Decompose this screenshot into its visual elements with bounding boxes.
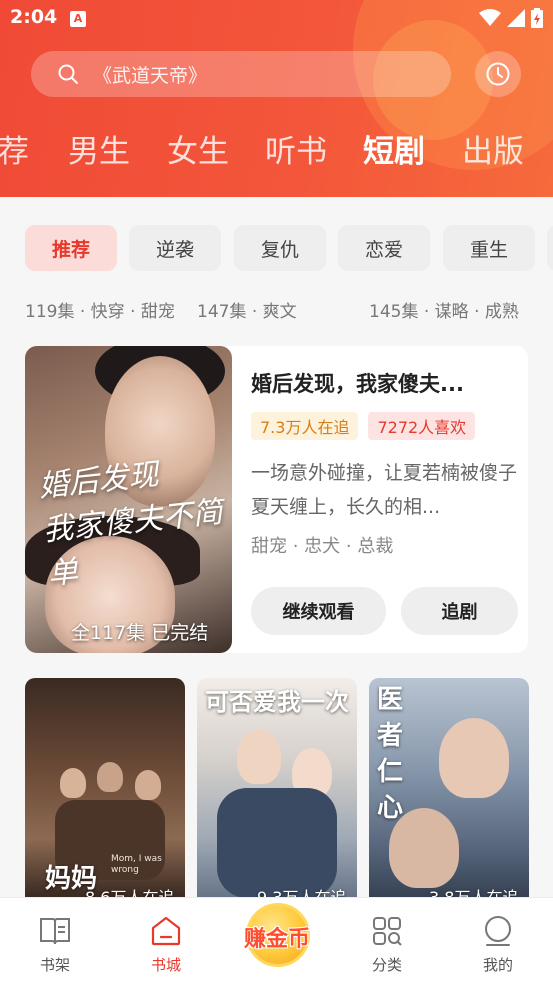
search-placeholder: 《武道天帝》 (93, 64, 208, 87)
drama-card[interactable]: 医者仁心 3.8万人在追 (369, 678, 529, 908)
tab-male[interactable]: 男生 (68, 126, 130, 171)
tab-recommend[interactable]: 荐 (0, 126, 29, 171)
poster-figure (60, 768, 86, 798)
tab-audiobook[interactable]: 听书 (265, 126, 327, 171)
chip-rebirth[interactable]: 重生 (443, 225, 535, 271)
sub-info-3: 145集 · 谋略 · 成熟 (369, 302, 519, 322)
filter-chips: 推荐 逆袭 复仇 恋爱 重生 (0, 225, 553, 271)
chip-comeback[interactable]: 逆袭 (129, 225, 221, 271)
clock-icon (486, 62, 510, 86)
chip-more[interactable] (547, 225, 553, 271)
poster-calligraphy: 婚后发现 我家傻夫不简单 (37, 447, 230, 597)
header: 2:04 A 《武道天帝》 荐 男生 女生 听书 短剧 出版 (0, 0, 553, 197)
card-title: 医者仁心 (377, 685, 404, 823)
nav-label: 书架 (39, 956, 70, 974)
nav-category[interactable]: 分类 (347, 914, 427, 975)
poster-figure (217, 788, 337, 898)
drama-card-row: 妈妈 Mom, I was wrong 8.6万人在追 可否爱我一次 9.3万人… (0, 678, 553, 908)
status-bar: 2:04 A (0, 0, 553, 38)
featured-tags: 甜宠 · 忠犬 · 总裁 (251, 536, 394, 557)
poster-figure (135, 770, 161, 800)
featured-title: 婚后发现，我家傻夫... (251, 372, 464, 396)
wifi-icon (479, 9, 501, 26)
tab-short-drama[interactable]: 短剧 (363, 126, 425, 171)
search-icon (58, 64, 78, 84)
card-overlay-text: Mom, I was wrong (111, 854, 162, 875)
sub-info-1: 119集 · 快穿 · 甜宠 (25, 302, 175, 322)
earn-coins-button[interactable]: 赚金币 (232, 903, 322, 969)
featured-description: 一场意外碰撞，让夏若楠被傻子夏天缠上，长久的相... (251, 462, 518, 518)
nav-bookstore[interactable]: 书城 (126, 914, 206, 975)
chip-romance[interactable]: 恋爱 (338, 225, 430, 271)
chip-recommend[interactable]: 推荐 (25, 225, 117, 271)
chip-revenge[interactable]: 复仇 (234, 225, 326, 271)
nav-label: 我的 (482, 956, 513, 974)
poster-figure (439, 718, 509, 798)
featured-badges: 7.3万人在追 7272人喜欢 (251, 412, 476, 440)
followers-badge: 7.3万人在追 (251, 412, 359, 440)
poster-figure (97, 762, 123, 792)
nav-bookshelf[interactable]: 书架 (15, 914, 95, 975)
profile-icon (485, 916, 511, 946)
grid-icon (373, 917, 402, 946)
poster-title-line2: 我家傻夫不简单 (41, 494, 225, 593)
system-icons (479, 8, 543, 28)
continue-watching-button[interactable]: 继续观看 (251, 587, 386, 635)
likes-badge: 7272人喜欢 (368, 412, 476, 440)
notification-icon: A (70, 11, 86, 27)
drama-card[interactable]: 可否爱我一次 9.3万人在追 (197, 678, 357, 908)
top-tabs: 荐 男生 女生 听书 短剧 出版 (0, 126, 553, 174)
tab-female[interactable]: 女生 (167, 126, 229, 171)
earn-coins-label: 赚金币 (243, 927, 310, 952)
nav-label: 分类 (371, 956, 402, 974)
signal-icon (507, 9, 525, 27)
episode-count: 全117集 已完结 (71, 622, 209, 644)
content-panel: 推荐 逆袭 复仇 恋爱 重生 119集 · 快穿 · 甜宠 147集 · 爽文 … (0, 197, 553, 908)
poster-figure (237, 730, 281, 784)
poster-figure (389, 808, 459, 888)
follow-drama-button[interactable]: 追剧 (401, 587, 518, 635)
featured-drama-card[interactable]: 婚后发现 我家傻夫不简单 全117集 已完结 婚后发现，我家傻夫... 7.3万… (25, 346, 528, 653)
card-title: 可否爱我一次 (205, 687, 349, 716)
sub-info-2: 147集 · 爽文 (197, 302, 297, 322)
home-icon (151, 916, 181, 946)
book-icon (40, 918, 70, 945)
nav-label: 书城 (150, 956, 181, 974)
battery-icon (531, 8, 543, 28)
nav-mine[interactable]: 我的 (458, 914, 538, 975)
status-time: 2:04 (10, 6, 58, 28)
history-button[interactable] (475, 51, 521, 97)
drama-card[interactable]: 妈妈 Mom, I was wrong 8.6万人在追 (25, 678, 185, 908)
tab-publishing[interactable]: 出版 (462, 126, 524, 171)
featured-poster[interactable]: 婚后发现 我家傻夫不简单 全117集 已完结 (25, 346, 232, 653)
search-bar[interactable]: 《武道天帝》 (31, 51, 451, 97)
